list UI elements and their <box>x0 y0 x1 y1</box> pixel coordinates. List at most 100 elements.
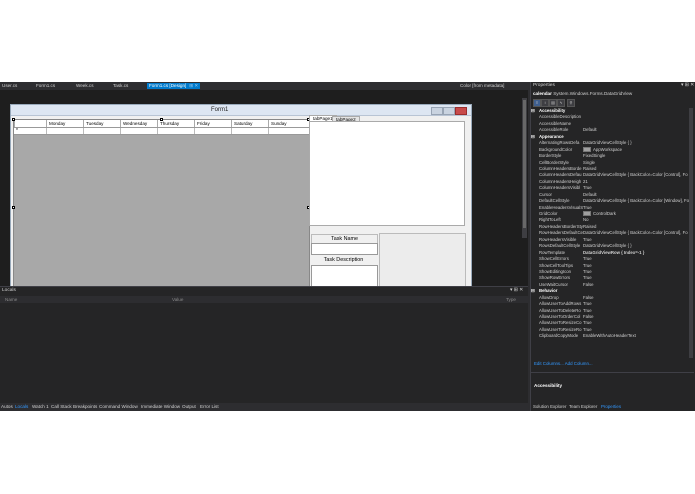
grid-cell[interactable] <box>268 128 309 134</box>
task-description-label: Task Description <box>311 256 376 264</box>
pin-icon[interactable]: ▾ ⊞ ✕ <box>510 288 523 293</box>
tab-page-content[interactable] <box>309 121 465 226</box>
task-name-input[interactable] <box>311 243 378 255</box>
tab-call-stack[interactable]: Call Stack <box>51 404 72 409</box>
locals-panel: Locals ▾ ⊞ ✕ Name Value Type <box>0 286 528 403</box>
properties-icon[interactable]: ▤ <box>549 99 557 107</box>
property-value-text: Default <box>583 127 597 133</box>
locals-title: Locals <box>2 288 16 293</box>
pin-icon[interactable]: ▾ ⊞ ✕ <box>681 83 694 88</box>
edit-columns-links[interactable]: Edit Columns... Add Column... <box>534 361 593 366</box>
grid-column-headers: Monday Tuesday Wednesday Thursday Friday… <box>14 120 309 128</box>
close-icon[interactable]: ⊞ ✕ <box>189 83 198 88</box>
grid-cell[interactable] <box>46 128 83 134</box>
scrollbar-thumb[interactable] <box>523 100 526 228</box>
grid-cell[interactable] <box>194 128 231 134</box>
resize-handle[interactable] <box>12 206 15 209</box>
tab-control[interactable]: tabPage1 tabPage2 <box>309 115 465 227</box>
property-grid-scrollbar[interactable] <box>689 108 693 358</box>
new-row-marker: * <box>16 128 18 134</box>
property-value-text: No <box>583 217 589 223</box>
property-description: Accessibility <box>531 372 694 403</box>
form1-window[interactable]: Form1 Monday Tuesday Wednesday Thursday … <box>10 104 472 299</box>
property-value-text: DataGridViewCellStyle { } <box>583 140 632 146</box>
property-value-text: True <box>583 326 592 332</box>
categorized-icon[interactable]: ≡ <box>533 99 541 107</box>
property-value-text: True <box>583 236 592 242</box>
properties-title: Properties <box>533 83 555 88</box>
property-value-text: Single <box>583 159 595 165</box>
tab-watch1[interactable]: Watch 1 <box>32 404 49 409</box>
table-row[interactable]: * <box>14 128 309 135</box>
property-value-text: False <box>583 314 594 319</box>
tab-task-cs[interactable]: Task.cs <box>111 83 130 89</box>
tab-team-explorer[interactable]: Team Explorer <box>569 404 597 409</box>
column-header-thursday[interactable]: Thursday <box>157 120 194 127</box>
property-value-text: DataGridViewCellStyle { } <box>583 243 632 249</box>
property-pages-icon[interactable]: ⚲ <box>567 99 575 107</box>
property-value-text: True <box>583 301 592 307</box>
tab-solution-explorer[interactable]: Solution Explorer <box>533 404 566 409</box>
color-swatch-icon <box>583 146 591 152</box>
resize-handle[interactable] <box>160 118 163 121</box>
alphabetical-icon[interactable]: ↕ <box>541 99 549 107</box>
tab-form1-cs[interactable]: Form1.cs <box>34 83 57 89</box>
tab-label: Task.cs <box>113 83 129 88</box>
tab-color-metadata[interactable]: Color [from metadata] <box>458 83 506 89</box>
object-type: System.Windows.Forms.DataGridView <box>553 91 633 96</box>
column-header-friday[interactable]: Friday <box>194 120 231 127</box>
grid-cell[interactable] <box>157 128 194 134</box>
property-value-text: True <box>583 256 592 262</box>
collapse-icon[interactable]: ⊟ <box>531 134 535 139</box>
tab-command-window[interactable]: Command Window <box>99 404 138 409</box>
tab-properties[interactable]: Properties <box>601 404 621 409</box>
tab-user-cs[interactable]: User.cs <box>0 83 19 89</box>
property-value-text: EnableWithAutoHeaderText <box>583 333 636 339</box>
column-header-tuesday[interactable]: Tuesday <box>83 120 120 127</box>
property-value-text: Default <box>583 191 597 197</box>
column-header-saturday[interactable]: Saturday <box>231 120 268 127</box>
grid-cell[interactable] <box>120 128 157 134</box>
properties-toolbar: ≡ ↕ ▤ ϟ ⚲ <box>533 99 688 107</box>
column-header-sunday[interactable]: Sunday <box>268 120 309 127</box>
minimize-icon <box>431 107 443 115</box>
column-header-value[interactable]: Value <box>172 297 183 302</box>
property-grid[interactable]: ⊟ Accessibility AccessibleDescription Acce… <box>531 108 693 358</box>
tab-breakpoints[interactable]: Breakpoints <box>73 404 97 409</box>
object-name: calendar <box>533 91 552 96</box>
events-icon[interactable]: ϟ <box>557 99 565 107</box>
property-value-text: ControlDark <box>593 211 616 216</box>
property-value[interactable]: EnableWithAutoHeaderText <box>583 333 691 339</box>
grid-cell[interactable] <box>83 128 120 134</box>
column-header-monday[interactable]: Monday <box>46 120 83 127</box>
column-header-type[interactable]: Type <box>506 297 516 302</box>
tab-locals[interactable]: Locals <box>15 404 28 409</box>
property-value-text: DataGridViewCellStyle { BackColor=Color … <box>583 172 688 178</box>
tab-label: Week.cs <box>76 83 94 88</box>
maximize-icon <box>443 107 455 115</box>
resize-handle[interactable] <box>12 118 15 121</box>
tab-week-cs[interactable]: Week.cs <box>74 83 96 89</box>
grid-cell[interactable] <box>231 128 268 134</box>
tab-output[interactable]: Output <box>182 404 196 409</box>
property-value-text: False <box>583 294 594 300</box>
column-header-name[interactable]: Name <box>5 297 17 302</box>
property-value-text: True <box>583 262 592 268</box>
collapse-icon[interactable]: ⊟ <box>531 288 535 293</box>
tab-label: Form1.cs [Design] <box>149 83 187 88</box>
tab-form1-design[interactable]: Form1.cs [Design] ⊞ ✕ <box>147 83 201 89</box>
document-tab-strip: User.cs Form1.cs Week.cs Task.cs Form1.c… <box>0 82 528 90</box>
collapse-icon[interactable]: ⊟ <box>531 108 535 113</box>
column-header-wednesday[interactable]: Wednesday <box>120 120 157 127</box>
property-value-text: True <box>583 275 592 281</box>
property-value-text: True <box>583 204 592 210</box>
calendar-data-grid[interactable]: Monday Tuesday Wednesday Thursday Friday… <box>12 118 310 299</box>
property-row[interactable]: ClipboardCopyMode EnableWithAutoHeaderTex… <box>531 333 693 339</box>
tab-label: User.cs <box>2 83 18 88</box>
locals-column-headers: Name Value Type <box>0 296 528 303</box>
tab-autos[interactable]: Autos <box>1 404 13 409</box>
tab-error-list[interactable]: Error List <box>200 404 219 409</box>
object-selector[interactable]: calendar System.Windows.Forms.DataGridVi… <box>533 91 683 97</box>
property-value-text: DataGridViewCellStyle { BackColor=Color … <box>583 198 690 204</box>
tab-immediate-window[interactable]: Immediate Window <box>141 404 180 409</box>
